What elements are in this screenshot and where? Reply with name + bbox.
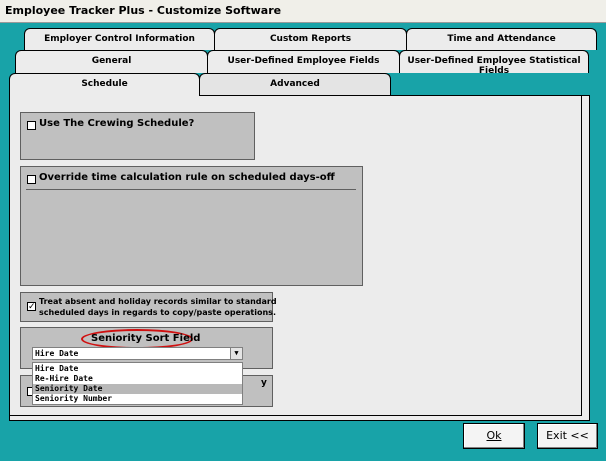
dropdown-option-hire-date[interactable]: Hire Date: [33, 364, 242, 374]
tab-label: Employer Control Information: [44, 34, 195, 44]
tab-label: General: [91, 56, 132, 66]
customize-software-window: Employee Tracker Plus - Customize Softwa…: [0, 0, 606, 461]
tab-schedule[interactable]: Schedule: [9, 73, 200, 96]
tab-label: User-Defined Employee Fields: [227, 56, 380, 66]
seniority-sort-select[interactable]: Hire Date ▼: [32, 347, 243, 360]
tab-baseline: [391, 95, 582, 96]
exit-button[interactable]: Exit <<: [537, 423, 598, 449]
tab-label: Custom Reports: [269, 34, 352, 44]
seniority-dropdown-list: Hire Date Re-Hire Date Seniority Date Se…: [32, 362, 243, 405]
dropdown-option-re-hire-date[interactable]: Re-Hire Date: [33, 374, 242, 384]
override-checkbox[interactable]: [27, 175, 36, 184]
tab-user-defined-employee-fields[interactable]: User-Defined Employee Fields: [207, 50, 400, 73]
crewing-label: Use The Crewing Schedule?: [39, 118, 195, 129]
treat-absent-label: Treat absent and holiday records similar…: [39, 296, 277, 318]
crewing-checkbox[interactable]: [27, 121, 36, 130]
dropdown-option-seniority-number[interactable]: Seniority Number: [33, 394, 242, 404]
tab-advanced[interactable]: Advanced: [199, 73, 391, 96]
tab-custom-reports[interactable]: Custom Reports: [214, 28, 407, 50]
tab-time-and-attendance[interactable]: Time and Attendance: [406, 28, 597, 50]
dropdown-option-seniority-date[interactable]: Seniority Date: [33, 384, 242, 394]
title-bar: Employee Tracker Plus - Customize Softwa…: [0, 0, 606, 23]
tab-label: Time and Attendance: [447, 34, 556, 44]
ok-label: Ok: [486, 429, 502, 442]
tab-label: User-Defined Employee Statistical Fields: [407, 56, 581, 76]
obscured-label-fragment: y: [261, 378, 267, 388]
window-title: Employee Tracker Plus - Customize Softwa…: [5, 4, 282, 17]
check-mark-icon: ✓: [28, 301, 36, 311]
seniority-selected-value: Hire Date: [35, 349, 79, 358]
tab-label: Advanced: [270, 79, 320, 89]
tab-employer-control-information[interactable]: Employer Control Information: [24, 28, 215, 50]
override-divider: [26, 189, 356, 190]
override-group: [20, 166, 363, 286]
seniority-title: Seniority Sort Field: [91, 333, 201, 344]
tab-user-defined-employee-statistical-fields[interactable]: User-Defined Employee Statistical Fields: [399, 50, 589, 76]
exit-label: Exit <<: [546, 429, 589, 442]
tab-label: Schedule: [81, 79, 128, 89]
treat-absent-label-line1: Treat absent and holiday records similar…: [39, 297, 277, 306]
treat-absent-checkbox[interactable]: ✓: [27, 302, 36, 311]
tab-baseline: [200, 95, 391, 96]
override-label: Override time calculation rule on schedu…: [39, 172, 335, 183]
treat-absent-label-line2: scheduled days in regards to copy/paste …: [39, 308, 276, 317]
ok-button[interactable]: Ok: [463, 423, 525, 449]
chevron-down-icon[interactable]: ▼: [230, 348, 242, 359]
panel-edge: [9, 416, 590, 421]
tab-general[interactable]: General: [15, 50, 208, 73]
panel-edge: [582, 95, 590, 421]
